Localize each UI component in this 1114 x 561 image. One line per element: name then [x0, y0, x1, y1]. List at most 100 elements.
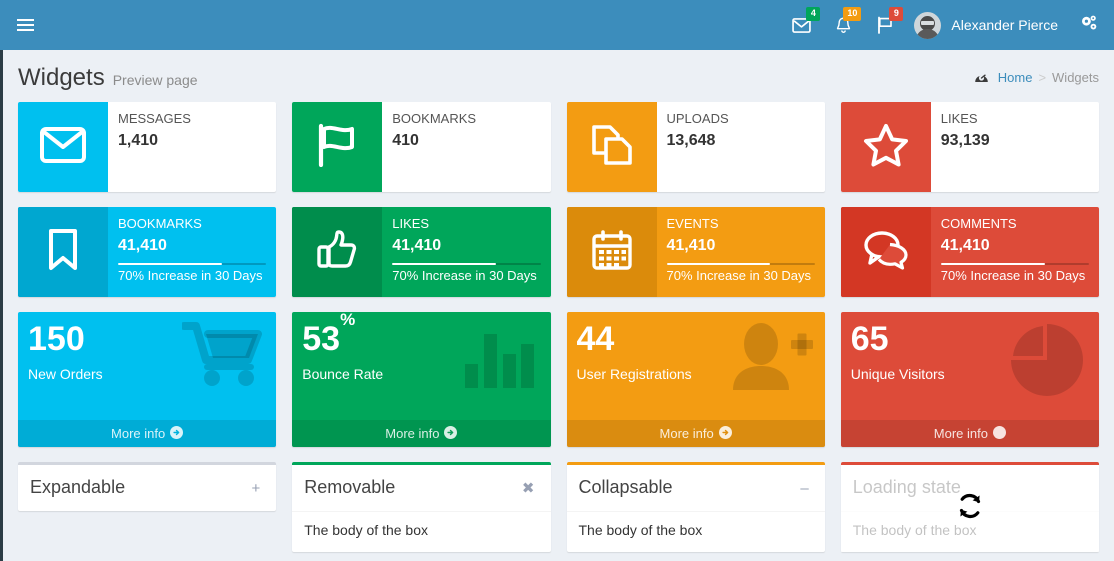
info-box-content: MESSAGES 1,410: [108, 102, 276, 192]
progress-bar: [941, 263, 1045, 265]
box-header: Collapsable –: [567, 465, 825, 511]
info-box-icon-wrap: [841, 207, 931, 297]
progress-description: 70% Increase in 30 Days: [392, 268, 540, 283]
envelope-icon: [40, 127, 86, 168]
info-box-messages[interactable]: MESSAGES 1,410: [18, 102, 276, 192]
info-box-value: 410: [392, 130, 540, 152]
small-box-footer-link[interactable]: More info: [841, 420, 1099, 447]
info-box-bookmarks-progress[interactable]: BOOKMARKS 41,410 70% Increase in 30 Days: [18, 207, 276, 297]
progress-track: [667, 263, 815, 265]
box-col: Expandable + The body of the box: [10, 462, 284, 561]
info-box-likes[interactable]: LIKES 93,139: [841, 102, 1099, 192]
small-box-footer-link[interactable]: More info: [292, 420, 550, 447]
small-box-col: 65 Unique Visitors More info: [833, 312, 1107, 462]
comments-icon: [863, 230, 909, 275]
small-box-inner: 44 User Registrations: [567, 312, 825, 382]
small-box-user-registrations[interactable]: 44 User Registrations More info: [567, 312, 825, 447]
control-sidebar-toggle[interactable]: [1068, 0, 1110, 50]
info-box-content: BOOKMARKS 410: [382, 102, 550, 192]
box-removable: Removable ✖ The body of the box: [292, 462, 550, 552]
info-box-content: LIKES 93,139: [931, 102, 1099, 192]
notifications-badge: 10: [843, 7, 861, 21]
progress-description: 70% Increase in 30 Days: [667, 268, 815, 283]
hamburger-icon: [17, 16, 34, 34]
info-box-row-2: BOOKMARKS 41,410 70% Increase in 30 Days: [10, 207, 1107, 312]
info-box-likes-progress[interactable]: LIKES 41,410 70% Increase in 30 Days: [292, 207, 550, 297]
page-title: Widgets: [18, 64, 105, 92]
messages-menu[interactable]: 4: [780, 0, 823, 50]
progress-bar: [392, 263, 496, 265]
info-box-icon-wrap: [18, 102, 108, 192]
star-icon: [863, 123, 909, 172]
box-header: Removable ✖: [292, 465, 550, 511]
info-box-col: BOOKMARKS 41,410 70% Increase in 30 Days: [10, 207, 284, 312]
progress-track: [392, 263, 540, 265]
breadcrumb-current: Widgets: [1052, 70, 1099, 85]
breadcrumb-home-link[interactable]: Home: [998, 70, 1033, 85]
progress-track: [941, 263, 1089, 265]
info-box-value: 93,139: [941, 130, 1089, 152]
progress-description: 70% Increase in 30 Days: [118, 268, 266, 283]
info-box-content: UPLOADS 13,648: [657, 102, 825, 192]
arrow-circle-right-icon: [444, 426, 457, 442]
user-name-label: Alexander Pierce: [951, 17, 1058, 33]
close-icon[interactable]: ✖: [516, 479, 541, 498]
small-box-col: 53% Bounce Rate More info: [284, 312, 558, 462]
info-box-icon-wrap: [292, 207, 382, 297]
small-box-new-orders[interactable]: 150 New Orders More info: [18, 312, 276, 447]
box-row: Expandable + The body of the box Removab…: [10, 462, 1107, 561]
box-col: Removable ✖ The body of the box: [284, 462, 558, 561]
small-box-footer-link[interactable]: More info: [567, 420, 825, 447]
info-box-content: BOOKMARKS 41,410 70% Increase in 30 Days: [108, 207, 276, 297]
info-box-label: MESSAGES: [118, 111, 266, 128]
box-loading-state: Loading state The body of the box: [841, 462, 1099, 552]
info-box-value: 41,410: [667, 235, 815, 257]
arrow-circle-right-icon: [719, 426, 732, 442]
info-box-value: 41,410: [941, 235, 1089, 257]
info-box-uploads[interactable]: UPLOADS 13,648: [567, 102, 825, 192]
content-header: Widgets Preview page Home > Widgets: [3, 50, 1114, 102]
info-box-col: LIKES 41,410 70% Increase in 30 Days: [284, 207, 558, 312]
minus-icon[interactable]: –: [794, 479, 814, 498]
notifications-menu[interactable]: 10: [823, 0, 864, 50]
plus-icon[interactable]: +: [245, 479, 266, 498]
info-box-icon-wrap: [18, 207, 108, 297]
info-box-bookmarks[interactable]: BOOKMARKS 410: [292, 102, 550, 192]
small-box-col: 44 User Registrations More info: [559, 312, 833, 462]
small-box-inner: 150 New Orders: [18, 312, 276, 382]
avatar: [914, 12, 941, 39]
admin-dashboard-page: 4 10 9 Alexander Pierce: [0, 0, 1114, 561]
small-box-value: 65: [851, 322, 1089, 358]
small-box-footer-label: More info: [934, 426, 988, 441]
box-title: Collapsable: [579, 478, 673, 498]
messages-badge: 4: [806, 7, 820, 21]
breadcrumb-separator: >: [1038, 70, 1046, 85]
top-navbar: 4 10 9 Alexander Pierce: [0, 0, 1114, 50]
info-box-comments-progress[interactable]: COMMENTS 41,410 70% Increase in 30 Days: [841, 207, 1099, 297]
small-box-bounce-rate[interactable]: 53% Bounce Rate More info: [292, 312, 550, 447]
small-box-unique-visitors[interactable]: 65 Unique Visitors More info: [841, 312, 1099, 447]
box-title: Expandable: [30, 478, 125, 498]
info-box-label: UPLOADS: [667, 111, 815, 128]
small-box-value: 44: [577, 322, 815, 358]
arrow-circle-right-icon: [993, 426, 1006, 442]
tasks-menu[interactable]: 9: [864, 0, 906, 50]
small-box-label: New Orders: [28, 366, 266, 382]
small-box-value: 150: [28, 322, 266, 358]
sidebar-toggle-button[interactable]: [0, 0, 50, 50]
info-box-value: 41,410: [392, 235, 540, 257]
box-body: The body of the box: [292, 511, 550, 552]
user-account-menu[interactable]: Alexander Pierce: [906, 0, 1068, 50]
info-box-col: EVENTS 41,410 70% Increase in 30 Days: [559, 207, 833, 312]
bookmark-icon: [46, 228, 80, 277]
tasks-badge: 9: [889, 7, 903, 21]
small-box-inner: 53% Bounce Rate: [292, 312, 550, 382]
info-box-events-progress[interactable]: EVENTS 41,410 70% Increase in 30 Days: [567, 207, 825, 297]
page-content: MESSAGES 1,410 BOOKMARKS: [3, 102, 1114, 561]
info-box-col: MESSAGES 1,410: [10, 102, 284, 207]
small-box-footer-link[interactable]: More info: [18, 420, 276, 447]
page-subtitle: Preview page: [113, 72, 198, 88]
info-box-icon-wrap: [567, 207, 657, 297]
small-box-footer-label: More info: [660, 426, 714, 441]
info-box-value: 41,410: [118, 235, 266, 257]
